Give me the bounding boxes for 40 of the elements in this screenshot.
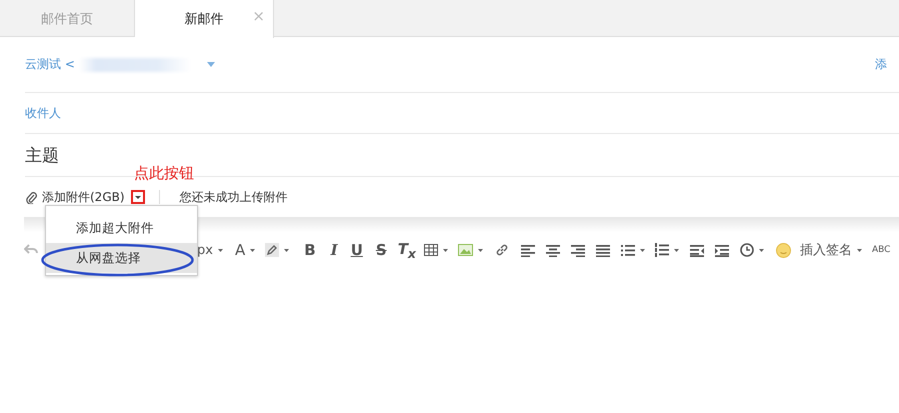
table-icon[interactable] — [424, 244, 438, 256]
align-center-icon[interactable] — [546, 244, 560, 256]
underline-button[interactable]: U — [350, 241, 363, 259]
bold-button[interactable]: B — [304, 241, 316, 259]
caret-icon[interactable] — [857, 248, 862, 252]
font-size-dropdown[interactable]: px — [197, 242, 213, 258]
clear-format-button[interactable]: T$_{x}$ — [398, 240, 416, 260]
add-attachment-link[interactable]: 添加附件(2GB) — [42, 188, 125, 206]
caret-icon[interactable] — [218, 248, 223, 252]
italic-button[interactable]: I — [330, 241, 338, 259]
menu-item[interactable]: 添加超大附件 — [46, 213, 197, 243]
subject-field[interactable]: 主题 — [25, 144, 59, 166]
link-icon[interactable] — [495, 243, 509, 257]
caret-icon[interactable] — [250, 248, 256, 252]
indent-icon[interactable] — [715, 244, 729, 256]
paperclip-icon[interactable] — [26, 190, 37, 204]
caret-icon[interactable] — [759, 248, 764, 252]
signature-dropdown[interactable]: 插入签名 — [800, 241, 852, 259]
caret-icon[interactable] — [640, 248, 645, 252]
clock-icon[interactable] — [740, 243, 754, 257]
dropdown-button[interactable] — [130, 190, 145, 204]
outdent-icon[interactable] — [690, 244, 704, 256]
caret-icon[interactable] — [674, 248, 679, 252]
font-color-dropdown[interactable]: A — [234, 241, 246, 259]
caret-icon[interactable] — [478, 248, 483, 252]
numbered-list-icon[interactable] — [655, 243, 669, 257]
tab[interactable]: 新邮件 × — [135, 0, 274, 38]
justify-icon[interactable] — [596, 244, 610, 256]
bullet-list-icon[interactable] — [621, 244, 635, 256]
caret-icon — [134, 196, 141, 198]
align-right-icon[interactable] — [571, 244, 585, 256]
strikethrough-button[interactable]: S — [376, 241, 387, 259]
spellcheck-button[interactable]: ABC — [872, 246, 890, 254]
highlighter-icon[interactable] — [265, 243, 280, 257]
upload-status: 您还未成功上传附件 — [180, 188, 288, 206]
caret-icon[interactable] — [284, 248, 290, 252]
caret-icon[interactable] — [443, 248, 448, 252]
sender-name: 云测试 < — [25, 56, 75, 73]
annotation-text: 点此按钮 — [134, 164, 194, 183]
align-left-icon[interactable] — [521, 244, 535, 256]
